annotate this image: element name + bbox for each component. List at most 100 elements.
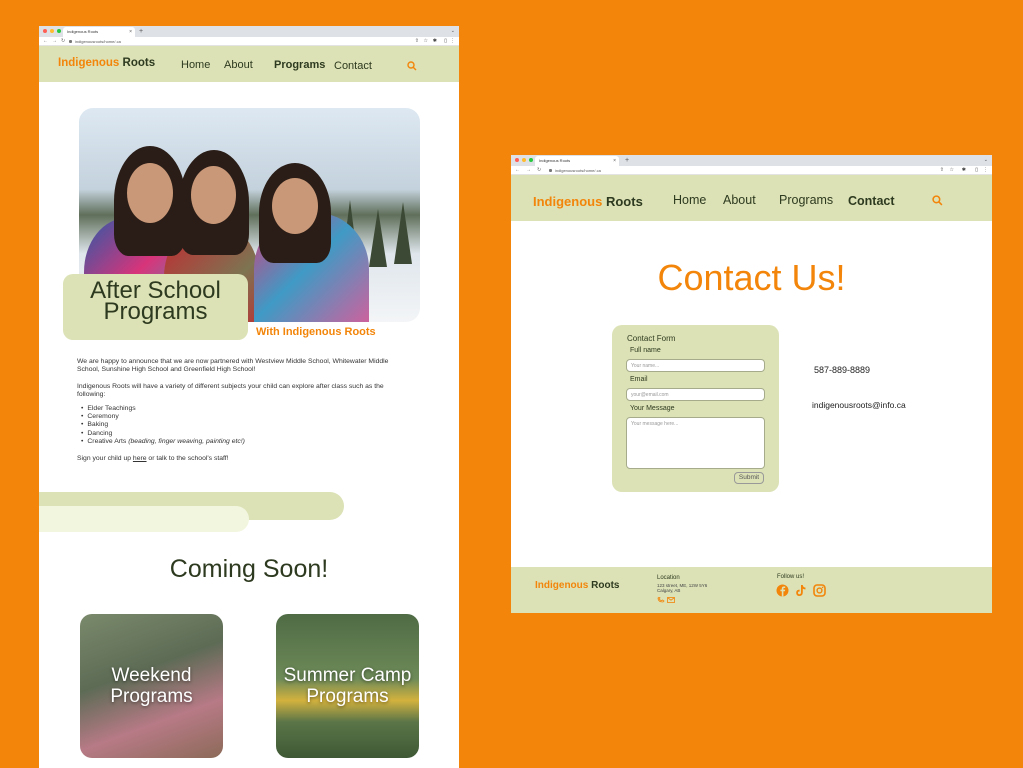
minimize-window-icon[interactable] [50, 29, 54, 33]
message-field[interactable]: Your message here... [626, 417, 765, 469]
card-title-line2: Programs [110, 686, 193, 707]
name-field[interactable]: Your name... [626, 359, 765, 372]
signup-link[interactable]: here [133, 455, 147, 462]
site-footer: Indigenous Roots Location 123 street, ME… [511, 567, 992, 613]
window-controls [515, 158, 533, 162]
nav-programs[interactable]: Programs [274, 59, 325, 71]
sidebar-icon[interactable]: ▯ [975, 167, 978, 174]
extensions-icon[interactable]: ✱ [962, 167, 966, 174]
tab-bar: Indigenous Roots × + ⌄ [39, 26, 459, 37]
facebook-icon[interactable] [776, 584, 789, 597]
nav-about[interactable]: About [723, 193, 756, 207]
maximize-window-icon[interactable] [57, 29, 61, 33]
address-bar: ← → ↻ indigenousroots/home/.ca ⇧ ☆ ✱ ▯ ⋮ [39, 37, 459, 46]
follow-heading: Follow us! [777, 574, 805, 580]
nav-programs[interactable]: Programs [779, 193, 833, 207]
list-item: Baking [81, 421, 407, 429]
share-icon[interactable]: ⇧ [940, 167, 944, 174]
back-icon[interactable]: ← [43, 38, 48, 45]
url-field[interactable]: indigenousroots/home/.ca [549, 167, 601, 174]
nav-contact[interactable]: Contact [334, 60, 372, 72]
footer-logo[interactable]: Indigenous Roots [535, 580, 619, 591]
tab-list-chevron-icon[interactable]: ⌄ [451, 26, 455, 37]
tab-list-chevron-icon[interactable]: ⌄ [984, 155, 988, 166]
nav-home[interactable]: Home [181, 59, 210, 71]
email-address[interactable]: indigenousroots@info.ca [812, 400, 906, 410]
forward-icon[interactable]: → [52, 38, 57, 45]
signup-text: Sign your child up here or talk to the s… [77, 454, 229, 462]
nav-home[interactable]: Home [673, 193, 706, 207]
url-field[interactable]: indigenousroots/home/.ca [69, 38, 121, 45]
page-title: Contact Us! [657, 257, 846, 298]
reload-icon[interactable]: ↻ [537, 167, 541, 174]
name-label: Full name [630, 347, 661, 354]
forward-icon[interactable]: → [526, 167, 531, 174]
search-icon[interactable] [407, 61, 417, 71]
tab-bar: Indigenous Roots × + ⌄ [511, 155, 992, 166]
list-item: Dancing [81, 430, 407, 438]
weekend-programs-card[interactable]: Weekend Programs [80, 614, 223, 758]
hero-title-box: After School Programs [63, 274, 248, 340]
nav-about[interactable]: About [224, 59, 253, 71]
subjects-list: Elder Teachings Ceremony Baking Dancing … [81, 405, 407, 447]
list-item: Ceremony [81, 413, 407, 421]
tiktok-icon[interactable] [794, 584, 807, 597]
browser-window-contact: Indigenous Roots × + ⌄ ← → ↻ indigenousr… [511, 155, 992, 613]
creative-arts-note: (beading, finger weaving, painting etc!) [128, 438, 245, 446]
maximize-window-icon[interactable] [529, 158, 533, 162]
address-line2: Calgary, AB [657, 588, 681, 593]
submit-button[interactable]: Submit [734, 472, 764, 484]
site-logo[interactable]: Indigenous Roots [58, 57, 155, 69]
bookmark-icon[interactable]: ☆ [424, 38, 428, 45]
subjects-intro: Indigenous Roots will have a variety of … [77, 382, 384, 399]
menu-icon[interactable]: ⋮ [983, 167, 988, 174]
browser-window-home: Indigenous Roots × + ⌄ ← → ↻ indigenousr… [39, 26, 459, 768]
back-icon[interactable]: ← [515, 167, 520, 174]
sidebar-icon[interactable]: ▯ [444, 38, 447, 45]
tab-close-icon[interactable]: × [129, 27, 132, 37]
phone-number: 587-889-8889 [814, 365, 871, 375]
hero-subtitle: With Indigenous Roots [256, 326, 376, 338]
browser-tab[interactable]: Indigenous Roots × [63, 27, 135, 37]
list-item: Creative Arts (beading, finger weaving, … [81, 438, 407, 446]
site-header: Indigenous Roots Home About Programs Con… [511, 175, 992, 221]
site-logo[interactable]: Indigenous Roots [533, 194, 643, 209]
new-tab-icon[interactable]: + [625, 155, 629, 166]
program-description: We are happy to announce that we are now… [77, 358, 407, 471]
extensions-icon[interactable]: ✱ [433, 38, 437, 45]
new-tab-icon[interactable]: + [139, 26, 143, 37]
mail-icon[interactable] [667, 597, 675, 603]
minimize-window-icon[interactable] [522, 158, 526, 162]
phone-icon[interactable] [657, 597, 665, 603]
address-bar: ← → ↻ indigenousroots/home/.ca ⇧ ☆ ✱ ▯ ⋮ [511, 166, 992, 175]
location-heading: Location [657, 575, 680, 581]
close-window-icon[interactable] [43, 29, 47, 33]
tab-title: Indigenous Roots [67, 29, 99, 34]
decorative-band-light [39, 506, 249, 532]
search-icon[interactable] [932, 195, 943, 206]
tab-title: Indigenous Roots [539, 158, 571, 163]
reload-icon[interactable]: ↻ [61, 38, 65, 45]
card-title-line1: Summer Camp [283, 665, 412, 686]
close-window-icon[interactable] [515, 158, 519, 162]
instagram-icon[interactable] [813, 584, 826, 597]
summer-camp-card[interactable]: Summer Camp Programs [276, 614, 419, 758]
contact-form: Contact Form Full name Your name... Emai… [612, 325, 779, 492]
card-title-line2: Programs [306, 686, 389, 707]
tab-close-icon[interactable]: × [613, 156, 616, 166]
bookmark-icon[interactable]: ☆ [950, 167, 954, 174]
browser-tab[interactable]: Indigenous Roots × [535, 156, 619, 166]
email-field[interactable]: your@email.com [626, 388, 765, 401]
lock-icon [69, 40, 72, 43]
nav-contact[interactable]: Contact [848, 194, 895, 208]
site-header: Indigenous Roots Home About Programs Con… [39, 46, 459, 82]
menu-icon[interactable]: ⋮ [450, 38, 455, 45]
partnership-paragraph: We are happy to announce that we are now… [77, 358, 389, 374]
lock-icon [549, 169, 552, 172]
window-controls [43, 29, 61, 33]
list-item: Elder Teachings [81, 405, 407, 413]
email-label: Email [630, 376, 648, 383]
share-icon[interactable]: ⇧ [415, 38, 419, 45]
coming-soon-heading: Coming Soon! [169, 555, 329, 583]
message-label: Your Message [630, 405, 675, 412]
